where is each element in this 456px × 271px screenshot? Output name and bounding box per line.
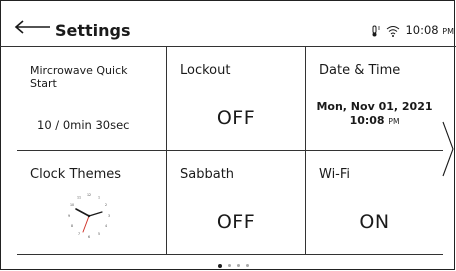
svg-text:3: 3: [108, 214, 110, 218]
remote-thermometer-icon: [372, 25, 381, 37]
tile-sabbath[interactable]: Sabbath OFF: [167, 151, 306, 254]
tile-lockout[interactable]: Lockout OFF: [167, 47, 306, 151]
svg-text:7: 7: [78, 232, 80, 236]
tile-label: Clock Themes: [30, 167, 122, 182]
back-arrow-icon[interactable]: [14, 20, 52, 34]
tile-value: OFF: [216, 211, 256, 233]
tile-label: Sabbath: [180, 167, 235, 182]
date-text: Mon, Nov 01, 2021: [316, 100, 433, 113]
page-dot-1[interactable]: [218, 263, 222, 268]
tile-wifi[interactable]: Wi-Fi ON: [306, 151, 443, 254]
analog-clock-icon: 12 1 2 3 4 5 6 7 8 9 10 11: [68, 193, 110, 239]
svg-text:11: 11: [77, 196, 81, 200]
page-dot-4[interactable]: [246, 264, 249, 267]
tile-label: Wi-Fi: [319, 167, 351, 182]
tile-date-time[interactable]: Date & Time Mon, Nov 01, 2021 10:08 PM: [306, 47, 443, 151]
svg-text:1: 1: [98, 196, 100, 200]
header: Settings 10:08 PM: [0, 0, 456, 47]
svg-text:8: 8: [71, 224, 73, 228]
tile-label: Lockout: [180, 63, 231, 78]
svg-text:4: 4: [105, 224, 107, 228]
svg-text:9: 9: [68, 214, 70, 218]
svg-text:12: 12: [87, 193, 91, 197]
tile-value: OFF: [216, 107, 256, 129]
svg-text:5: 5: [98, 232, 100, 236]
svg-text:6: 6: [88, 235, 90, 239]
tile-label: Mircrowave Quick Start: [30, 64, 128, 90]
settings-grid: Mircrowave Quick Start 10 / 0min 30sec L…: [17, 47, 443, 254]
tile-value: 10 / 0min 30sec: [37, 118, 130, 132]
tile-label: Date & Time: [319, 63, 401, 78]
next-page-chevron-icon[interactable]: [441, 120, 455, 178]
svg-text:10: 10: [70, 203, 74, 207]
tile-datetime-value: Mon, Nov 01, 2021 10:08 PM: [306, 100, 443, 129]
page-title: Settings: [55, 21, 131, 40]
page-dot-2[interactable]: [228, 264, 231, 267]
time-text: 10:08: [349, 114, 385, 127]
tile-clock-themes[interactable]: Clock Themes 12 1 2 3 4 5 6 7 8 9 10 11: [17, 151, 167, 254]
wifi-icon: [387, 26, 400, 37]
tile-value: ON: [359, 211, 390, 233]
status-ampm: PM: [442, 27, 454, 36]
bottom-divider: [17, 254, 443, 255]
page-dot-3[interactable]: [237, 264, 240, 267]
tile-microwave-quick-start[interactable]: Mircrowave Quick Start 10 / 0min 30sec: [17, 47, 167, 151]
ampm-text: PM: [388, 117, 400, 126]
status-time: 10:08 PM: [405, 23, 454, 37]
svg-text:2: 2: [105, 203, 107, 207]
page-indicator: [218, 263, 249, 268]
status-bar: 10:08 PM: [371, 23, 454, 38]
